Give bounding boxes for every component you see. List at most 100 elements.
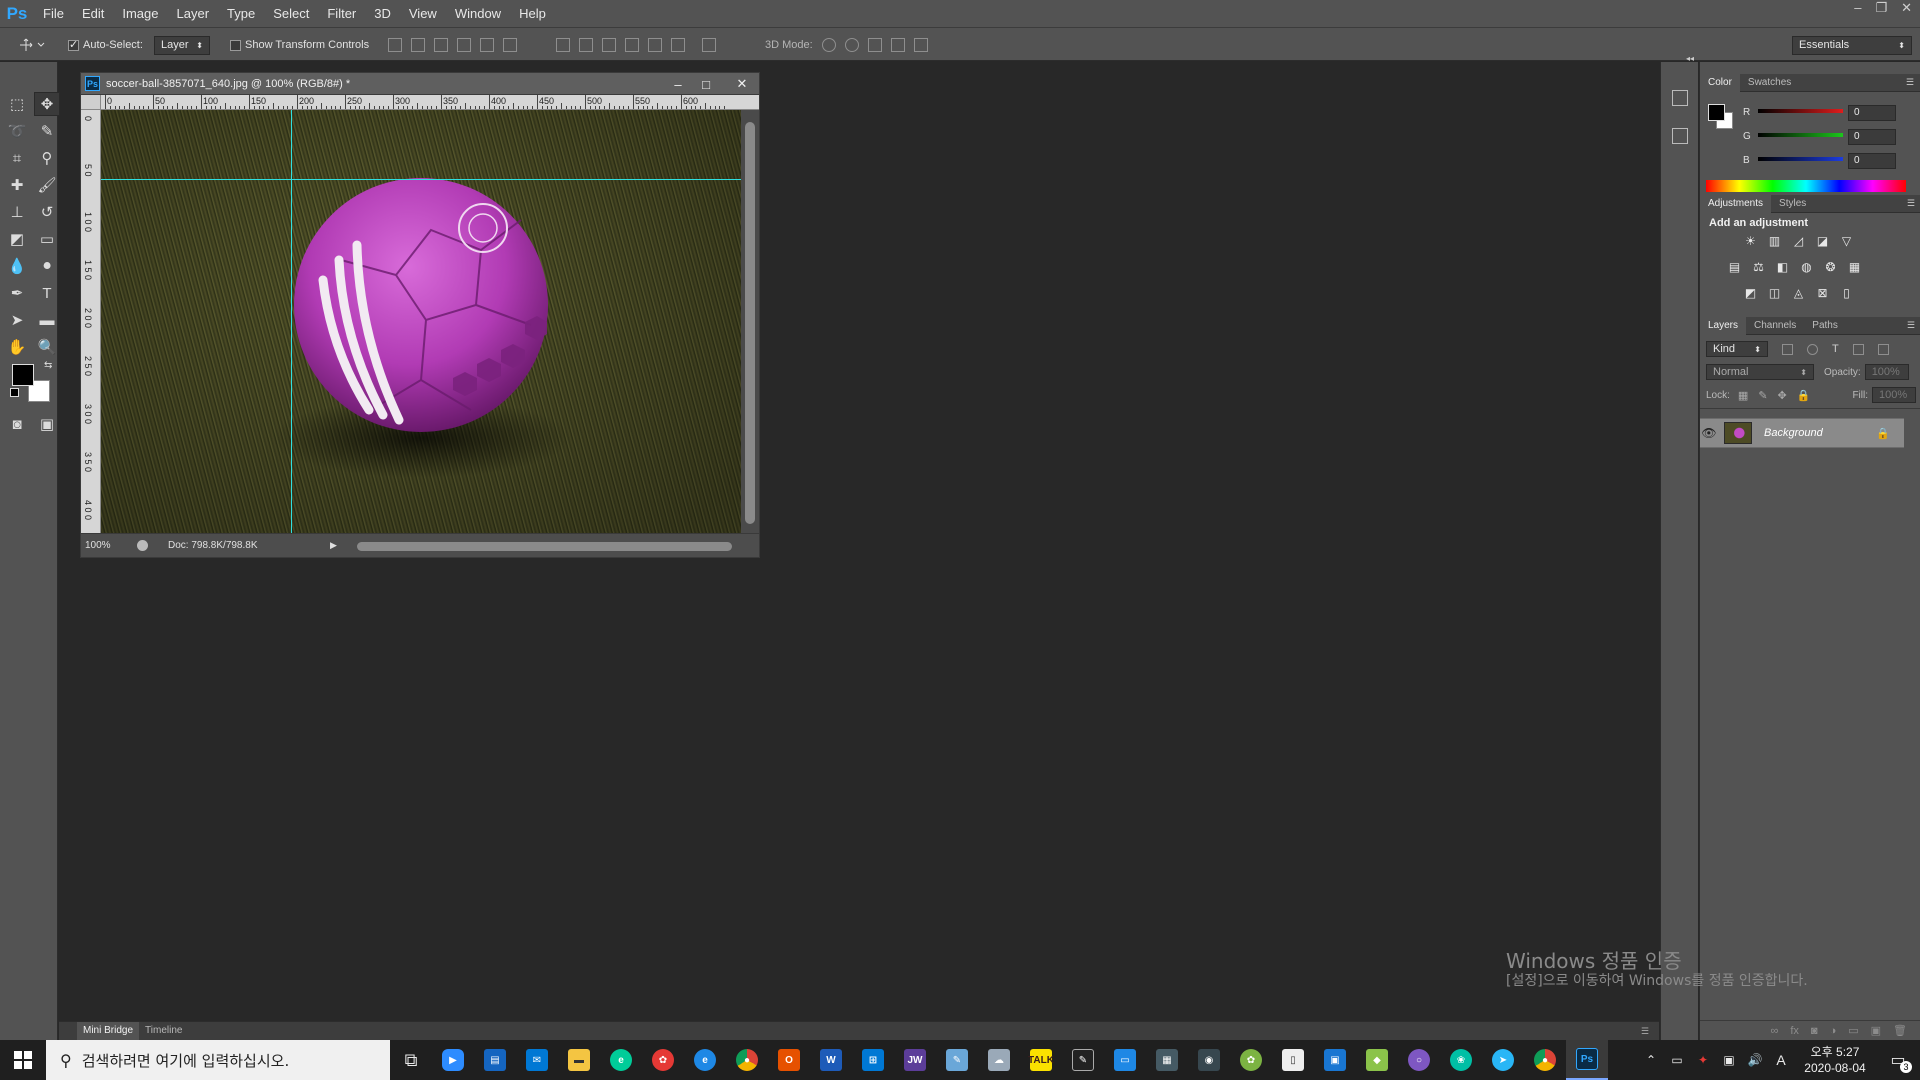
history-panel-icon[interactable] [1672,90,1688,106]
align-hcenter-icon[interactable] [480,38,494,52]
color-lookup-icon[interactable]: ▦ [1846,260,1863,274]
dock-menu-icon[interactable]: ☰ [1641,1026,1649,1037]
3d-pan-icon[interactable] [867,38,882,52]
document-tab[interactable]: Ps soccer-ball-3857071_640.jpg @ 100% (R… [81,73,759,95]
tab-color[interactable]: Color [1700,73,1740,92]
volume-icon[interactable]: 🔊 [1742,1053,1768,1067]
layer-kind-filter[interactable]: Kind ⬍ [1706,341,1768,357]
align-left-icon[interactable] [457,38,471,52]
quick-mask-icon[interactable]: ◙ [4,412,30,436]
horizontal-guide[interactable] [101,179,741,180]
distribute-vcenter-icon[interactable] [579,38,593,52]
internet-explorer-icon[interactable]: e [684,1040,726,1080]
photo-filter-icon[interactable]: ◍ [1798,260,1815,274]
align-top-icon[interactable] [388,38,402,52]
selective-color-icon[interactable]: ⊠ [1814,286,1831,300]
tab-channels[interactable]: Channels [1746,317,1804,335]
layer-lock-icon[interactable]: 🔒 [1876,427,1890,440]
jw-app-icon[interactable]: JW [894,1040,936,1080]
quick-select-tool-icon[interactable]: ✎ [34,119,60,143]
lock-transparent-icon[interactable]: ▦ [1738,389,1748,402]
tab-layers[interactable]: Layers [1700,316,1747,335]
menu-layer[interactable]: Layer [168,0,219,27]
horizontal-scroll-thumb[interactable] [357,542,732,551]
3d-roll-icon[interactable] [844,38,859,52]
editor-app-icon[interactable]: ✎ [1062,1040,1104,1080]
move-tool-icon[interactable]: ✥ [34,92,60,116]
lock-all-icon[interactable]: 🔒 [1797,389,1811,402]
clone-stamp-tool-icon[interactable]: ⊥ [4,200,30,224]
tab-styles[interactable]: Styles [1771,195,1814,213]
opacity-field[interactable]: 100% [1864,364,1909,380]
panel-menu-icon[interactable]: ☰ [1906,77,1914,88]
status-menu-arrow-icon[interactable]: ▶ [330,540,337,551]
network-icon[interactable]: ▭ [1664,1053,1690,1067]
layer-name[interactable]: Background [1764,427,1823,439]
invert-icon[interactable]: ◩ [1742,286,1759,300]
filter-shape-icon[interactable] [1852,343,1864,355]
menu-help[interactable]: Help [510,0,555,27]
edge-browser-icon[interactable]: e [600,1040,642,1080]
menu-window[interactable]: Window [446,0,510,27]
red-slider[interactable] [1758,109,1843,113]
layer-row-background[interactable]: 👁 Background 🔒 [1700,418,1904,448]
camera-app-icon[interactable]: ◉ [1188,1040,1230,1080]
horizontal-ruler[interactable]: 0 50 100 150 200 250 300 350 400 450 500 550 600 [101,95,759,110]
doc-minimize-button[interactable]: – [665,73,691,95]
red-value-field[interactable]: 0 [1848,105,1896,121]
image-canvas[interactable] [101,110,741,533]
workspace-switcher[interactable]: Essentials ⬍ [1792,35,1912,55]
history-brush-tool-icon[interactable]: ↺ [34,200,60,224]
lasso-tool-icon[interactable]: ➰ [4,119,30,143]
filter-pixel-icon[interactable] [1782,343,1793,355]
security-icon[interactable]: ✦ [1690,1053,1716,1067]
pen-tool-icon[interactable]: ✒ [4,281,30,305]
posterize-icon[interactable]: ◫ [1766,286,1783,300]
add-mask-icon[interactable]: ◙ [1811,1025,1818,1037]
link-layers-icon[interactable]: ∞ [1771,1025,1779,1037]
green-slider[interactable] [1758,133,1843,137]
properties-panel-icon[interactable] [1672,128,1688,144]
screen-mode-icon[interactable]: ▣ [34,412,60,436]
lock-position-icon[interactable]: ✥ [1778,389,1787,402]
photoshop-taskbar-icon[interactable]: Ps [1566,1040,1608,1080]
panel-menu-icon[interactable]: ☰ [1907,320,1915,331]
default-colors-icon[interactable] [10,388,19,397]
stack-app-icon[interactable]: ◆ [1356,1040,1398,1080]
menu-select[interactable]: Select [264,0,318,27]
threshold-icon[interactable]: ◬ [1790,286,1807,300]
black-white-icon[interactable]: ◧ [1774,260,1791,274]
tab-swatches[interactable]: Swatches [1740,74,1799,92]
filter-type-icon[interactable]: T [1832,343,1839,355]
gradient-map-icon[interactable]: ▯ [1838,286,1855,300]
ruler-origin[interactable] [81,95,101,110]
menu-filter[interactable]: Filter [318,0,365,27]
doc-close-button[interactable]: ✕ [729,73,755,95]
close-icon[interactable]: ✕ [1901,0,1912,18]
align-vcenter-icon[interactable] [411,38,425,52]
crop-tool-icon[interactable]: ⌗ [4,146,30,170]
swap-colors-icon[interactable]: ⇆ [44,360,52,371]
eraser-tool-icon[interactable]: ◩ [4,227,30,251]
battery-icon[interactable]: ▣ [1716,1053,1742,1067]
align-bottom-icon[interactable] [434,38,448,52]
brush-tool-icon[interactable]: 🖌 [34,173,60,197]
calculator-icon[interactable]: ▦ [1146,1040,1188,1080]
vertical-scrollbar[interactable] [741,110,759,533]
type-tool-icon[interactable]: T [34,281,60,305]
mail-app-icon[interactable]: ✉ [516,1040,558,1080]
new-group-icon[interactable]: ▭ [1848,1024,1858,1037]
tab-mini-bridge[interactable]: Mini Bridge [77,1022,140,1040]
layer-visibility-eye-icon[interactable]: 👁 [1700,426,1718,440]
distribute-right-icon[interactable] [671,38,685,52]
blur-tool-icon[interactable]: 💧 [4,254,30,278]
rectangle-tool-icon[interactable]: ▬ [34,308,60,332]
outlook-app-icon[interactable]: ▣ [1314,1040,1356,1080]
foreground-color-swatch[interactable] [12,364,34,386]
show-transform-checkbox[interactable] [230,39,241,51]
circle-app-icon[interactable]: ○ [1398,1040,1440,1080]
path-select-tool-icon[interactable]: ➤ [4,308,30,332]
green-value-field[interactable]: 0 [1848,129,1896,145]
remote-desktop-icon[interactable]: ▭ [1104,1040,1146,1080]
task-view-icon[interactable]: ⧉ [390,1040,432,1080]
